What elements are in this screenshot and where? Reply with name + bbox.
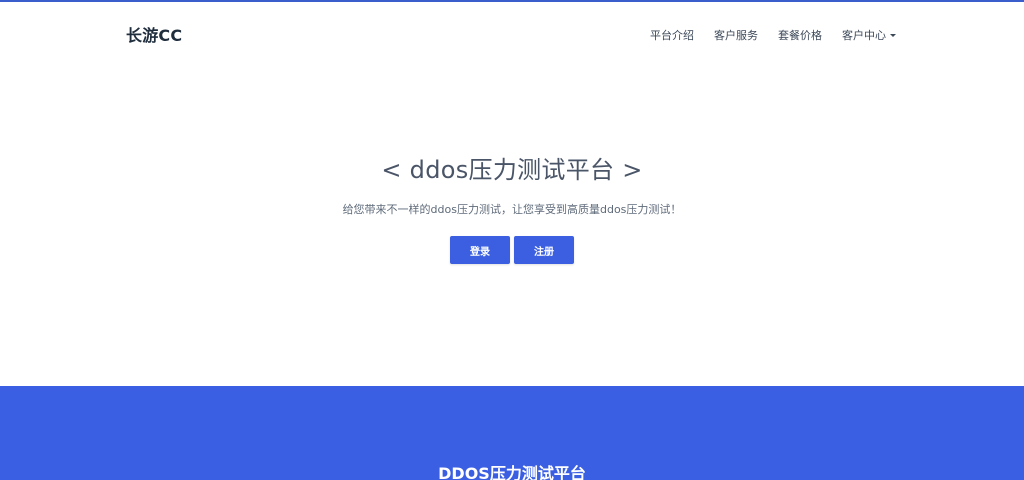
nav-item-label: 套餐价格 bbox=[778, 29, 822, 42]
caret-down-icon bbox=[890, 34, 896, 37]
main-nav: 平台介绍 客户服务 套餐价格 客户中心 bbox=[650, 27, 896, 43]
nav-item-label: 客户服务 bbox=[714, 29, 758, 42]
nav-item-pricing[interactable]: 套餐价格 bbox=[778, 27, 822, 43]
section-title: DDOS压力测试平台 bbox=[438, 464, 586, 480]
nav-item-label: 客户中心 bbox=[842, 29, 886, 42]
page: 长游CC 平台介绍 客户服务 套餐价格 客户中心 < ddos压力测试平台 > … bbox=[0, 0, 1024, 480]
nav-item-label: 平台介绍 bbox=[650, 29, 694, 42]
nav-item-customer-service[interactable]: 客户服务 bbox=[714, 27, 758, 43]
nav-item-platform-intro[interactable]: 平台介绍 bbox=[650, 27, 694, 43]
hero-title: < ddos压力测试平台 > bbox=[381, 156, 643, 184]
feature-section: DDOS压力测试平台 bbox=[0, 386, 1024, 480]
nav-item-customer-center-dropdown[interactable]: 客户中心 bbox=[842, 27, 896, 43]
register-button[interactable]: 注册 bbox=[514, 236, 574, 264]
hero-button-group: 登录 注册 bbox=[0, 236, 1024, 264]
brand-logo[interactable]: 长游CC bbox=[126, 22, 182, 46]
hero-section: < ddos压力测试平台 > 给您带来不一样的ddos压力测试，让您享受到高质量… bbox=[0, 62, 1024, 386]
navbar: 长游CC 平台介绍 客户服务 套餐价格 客户中心 bbox=[0, 2, 1024, 62]
hero-subtitle: 给您带来不一样的ddos压力测试，让您享受到高质量ddos压力测试！ bbox=[342, 203, 682, 216]
login-button[interactable]: 登录 bbox=[450, 236, 510, 264]
